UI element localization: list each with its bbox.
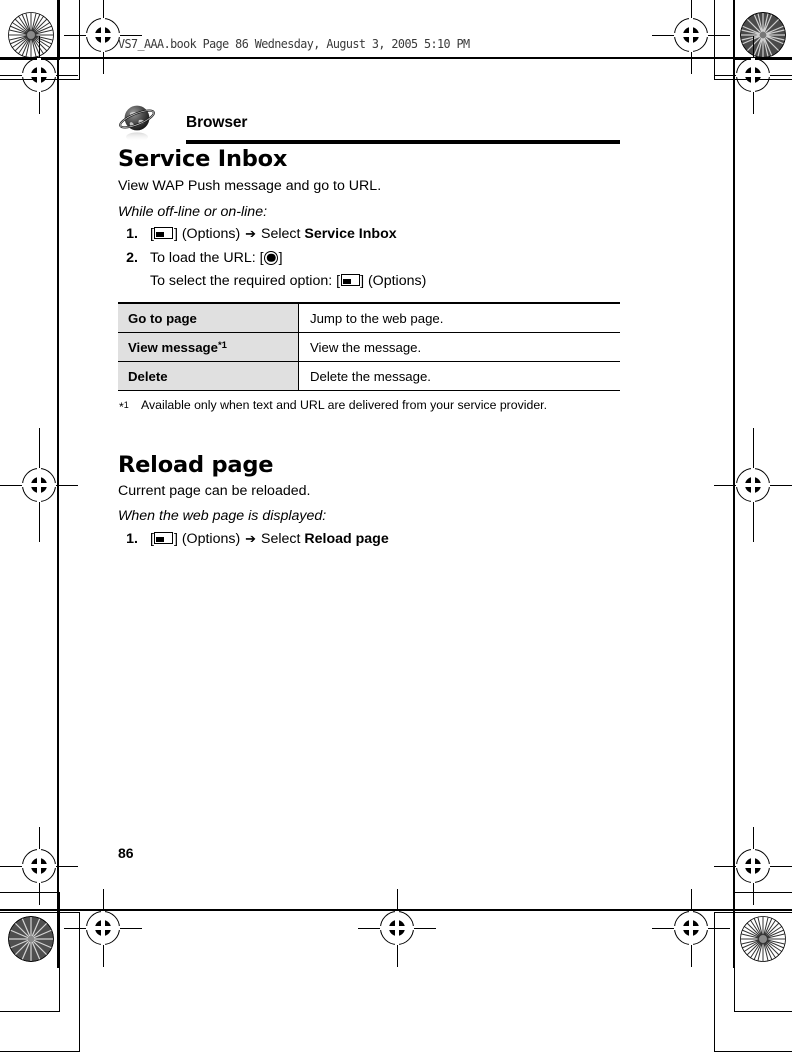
table-cell-option: Go to page	[118, 302, 299, 333]
table-cell-option: View message*1	[118, 332, 299, 362]
registration-target-top-right	[714, 36, 792, 114]
option-label: Go to page	[128, 310, 197, 326]
bracket-open: [	[150, 226, 154, 242]
manual-page: VS7_AAA.book Page 86 Wednesday, August 3…	[0, 0, 792, 1052]
density-starburst-icon-bottom-left	[8, 916, 54, 962]
footnote-marker: *1	[119, 398, 129, 415]
table-cell-option: Delete	[118, 361, 299, 391]
section-heading-service-inbox: Service Inbox	[118, 146, 288, 172]
trim-line-right-vertical	[733, 0, 735, 968]
chapter-title: Browser	[186, 114, 248, 131]
section-lede-reload-page: Current page can be reloaded.	[118, 483, 311, 499]
footnote: *1 Available only when text and URL are …	[119, 398, 599, 415]
density-starburst-icon-bottom-right	[740, 916, 786, 962]
trim-line-top-horizontal	[0, 57, 792, 59]
footnote-number: 1	[123, 400, 129, 410]
registration-target-bottom-center	[358, 889, 436, 967]
bracket-open: [	[150, 531, 154, 547]
registration-target-bottom-right	[714, 827, 792, 905]
step-options-label: ] (Options)	[173, 226, 241, 242]
step-action-prefix: Select	[261, 226, 305, 242]
trim-line-left-vertical	[57, 0, 59, 968]
table-row: View message*1 View the message.	[118, 332, 620, 362]
bracket-close: ]	[278, 250, 283, 266]
table-cell-description: Jump to the web page.	[298, 302, 620, 333]
density-starburst-icon-top-right	[740, 12, 786, 58]
step-number: 1.	[126, 531, 138, 547]
footnote-text: Available only when text and URL are del…	[141, 398, 548, 412]
section-condition-service-inbox: While off-line or on-line:	[118, 204, 268, 220]
step-text-line-1: To load the URL: []	[150, 250, 283, 266]
step-text-line-2: To select the required option: [ ] (Optio…	[150, 273, 426, 289]
section-condition-reload-page: When the web page is displayed:	[118, 508, 327, 524]
registration-target-top-left	[0, 36, 78, 114]
softkey-icon	[340, 274, 360, 286]
step-action-target: Reload page	[304, 531, 389, 547]
step-options-label: ] (Options)	[360, 273, 427, 289]
step-options-label: ] (Options)	[173, 531, 241, 547]
registration-target-middle-right	[714, 428, 792, 542]
step-number: 1.	[126, 226, 138, 242]
density-starburst-icon-top-left	[8, 12, 54, 58]
section-lede-service-inbox: View WAP Push message and go to URL.	[118, 178, 382, 194]
planet-globe-icon	[118, 102, 160, 144]
table-cell-description: Delete the message.	[298, 361, 620, 391]
arrow-icon: ➔	[245, 226, 257, 241]
options-table: Go to page Jump to the web page. View me…	[118, 302, 620, 391]
step-text: [ ] (Options) ➔ Select Reload page	[150, 531, 389, 547]
page-number: 86	[118, 845, 134, 861]
step-load-url-label: To load the URL: [	[150, 250, 264, 266]
registration-target-bottom-inner-right	[652, 889, 730, 967]
chapter-rule	[186, 140, 620, 144]
registration-target-middle-left	[0, 428, 78, 542]
table-row: Go to page Jump to the web page.	[118, 302, 620, 333]
option-footnote-marker: *1	[217, 339, 227, 351]
table-row: Delete Delete the message.	[118, 361, 620, 391]
running-head: VS7_AAA.book Page 86 Wednesday, August 3…	[118, 36, 470, 51]
option-label: Delete	[128, 368, 168, 384]
option-label: View message	[128, 339, 218, 355]
registration-target-top-inner-right	[652, 0, 730, 74]
step-action-prefix: Select	[261, 531, 305, 547]
center-key-icon	[264, 250, 279, 265]
registration-target-bottom-inner-left	[64, 889, 142, 967]
arrow-icon: ➔	[245, 531, 257, 546]
registration-target-bottom-left	[0, 827, 78, 905]
section-heading-reload-page: Reload page	[118, 452, 274, 478]
softkey-icon	[154, 227, 174, 239]
table-cell-description: View the message.	[298, 332, 620, 362]
step-select-option-label: To select the required option: [	[150, 273, 341, 289]
step-action-target: Service Inbox	[304, 226, 397, 242]
step-number: 2.	[126, 250, 138, 266]
step-text: [ ] (Options) ➔ Select Service Inbox	[150, 226, 397, 242]
softkey-icon	[154, 532, 174, 544]
registration-target-top-inner-left	[64, 0, 142, 74]
